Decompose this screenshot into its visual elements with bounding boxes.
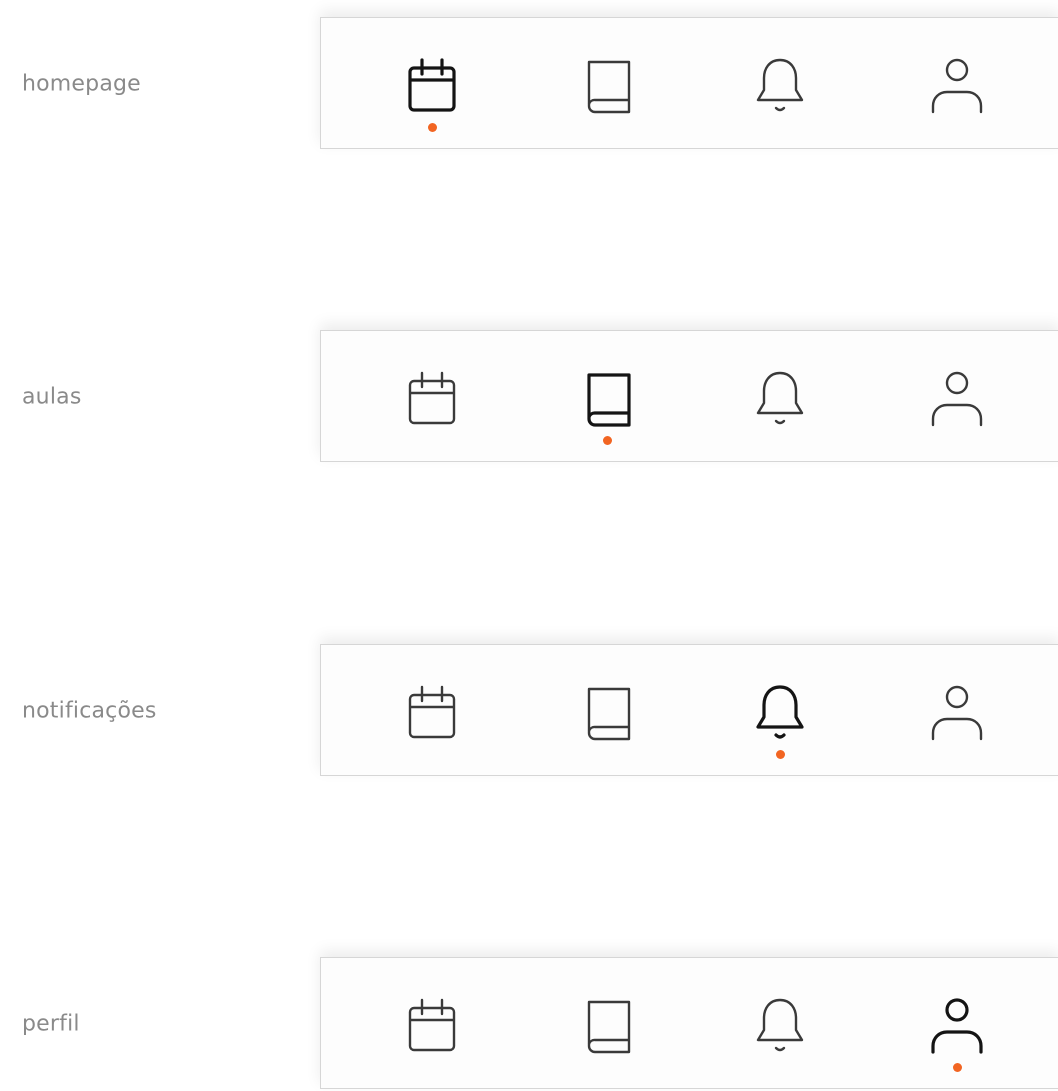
tab-calendar[interactable]: [372, 958, 492, 1090]
bell-icon: [752, 681, 808, 745]
book-icon: [579, 54, 635, 118]
tabbar-row-aulas: aulas: [0, 330, 1058, 464]
tab-bell[interactable]: [720, 958, 840, 1090]
user-icon: [929, 994, 985, 1058]
tabbar-row-homepage: homepage: [0, 17, 1058, 151]
book-icon: [579, 681, 635, 745]
book-icon: [579, 367, 635, 431]
bottom-tab-bar: [320, 957, 1058, 1089]
calendar-icon: [404, 681, 460, 745]
bell-icon: [752, 994, 808, 1058]
tab-user[interactable]: [897, 645, 1017, 777]
tab-calendar[interactable]: [372, 18, 492, 150]
tab-bell[interactable]: [720, 18, 840, 150]
active-indicator-dot: [775, 750, 785, 759]
tabbar-row-perfil: perfil: [0, 957, 1058, 1091]
bottom-tab-bar: [320, 644, 1058, 776]
user-icon: [929, 681, 985, 745]
calendar-icon: [404, 367, 460, 431]
tab-bell[interactable]: [720, 331, 840, 463]
bottom-tab-bar: [320, 330, 1058, 462]
tabbar-row-notificacoes: notificações: [0, 644, 1058, 778]
tab-book[interactable]: [547, 645, 667, 777]
user-icon: [929, 54, 985, 118]
active-indicator-dot: [427, 123, 437, 132]
active-indicator-dot: [602, 436, 612, 445]
tab-book[interactable]: [547, 958, 667, 1090]
active-indicator-dot: [952, 1063, 962, 1072]
tab-calendar[interactable]: [372, 645, 492, 777]
tab-user[interactable]: [897, 958, 1017, 1090]
row-label: perfil: [22, 1011, 80, 1037]
calendar-icon: [404, 54, 460, 118]
tab-user[interactable]: [897, 331, 1017, 463]
tab-book[interactable]: [547, 331, 667, 463]
user-icon: [929, 367, 985, 431]
tab-bell[interactable]: [720, 645, 840, 777]
row-label: notificações: [22, 698, 157, 724]
bell-icon: [752, 54, 808, 118]
tab-user[interactable]: [897, 18, 1017, 150]
bell-icon: [752, 367, 808, 431]
tab-book[interactable]: [547, 18, 667, 150]
bottom-tab-bar: [320, 17, 1058, 149]
calendar-icon: [404, 994, 460, 1058]
row-label: homepage: [22, 71, 141, 97]
tab-calendar[interactable]: [372, 331, 492, 463]
row-label: aulas: [22, 384, 82, 410]
book-icon: [579, 994, 635, 1058]
